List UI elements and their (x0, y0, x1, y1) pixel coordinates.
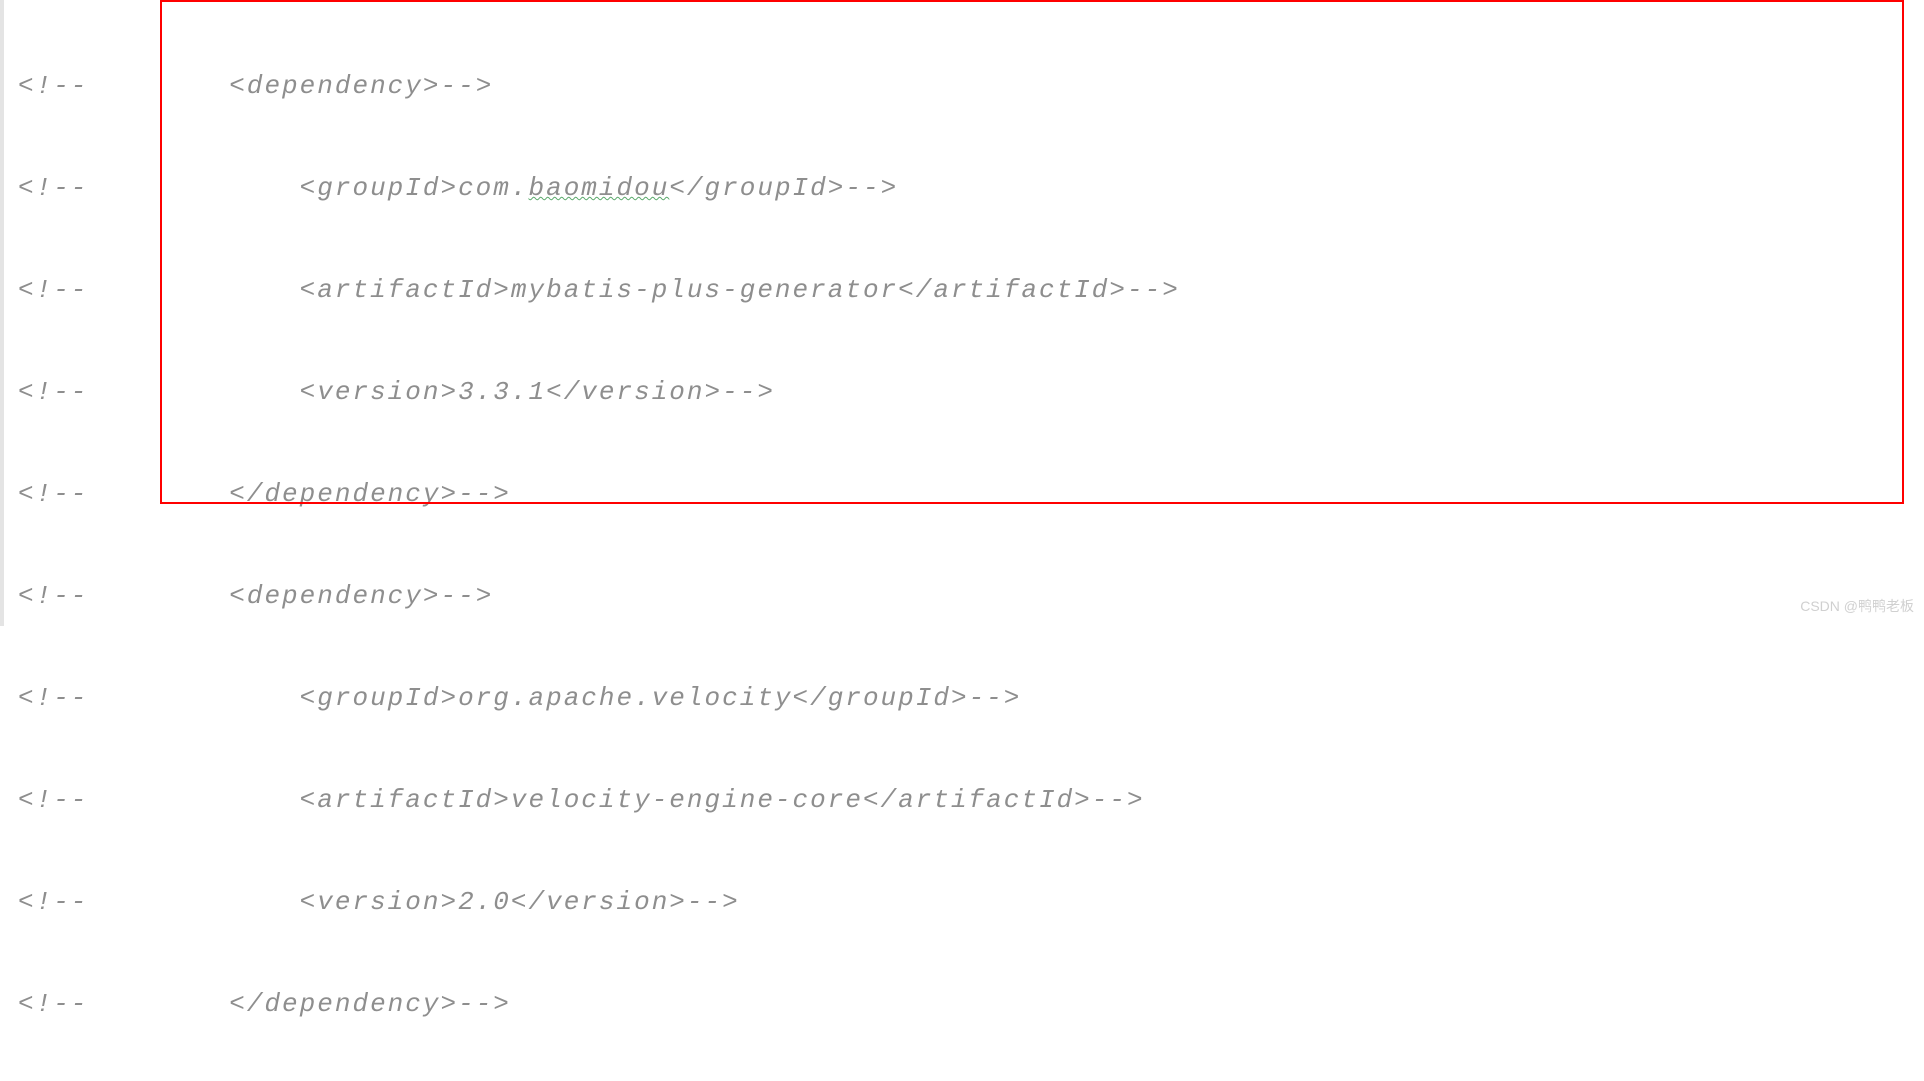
code-line: <!-- <artifactId>mybatis-plus-generator<… (18, 265, 1924, 316)
code-line: <!-- <groupId>org.apache.velocity</group… (18, 673, 1924, 724)
editor-gutter (0, 0, 4, 626)
code-line: <!-- <dependency>--> (18, 571, 1924, 622)
code-line: <!-- <version>3.3.1</version>--> (18, 367, 1924, 418)
code-line: <!-- <version>2.0</version>--> (18, 877, 1924, 928)
watermark: CSDN @鸭鸭老板 (1800, 596, 1914, 616)
code-line: <!-- <dependency>--> (18, 61, 1924, 112)
code-line: <!-- <groupId>com.baomidou</groupId>--> (18, 163, 1924, 214)
code-editor: <!-- <dependency>--> <!-- <groupId>com.b… (0, 0, 1924, 1081)
code-line: <!-- </dependency>--> (18, 979, 1924, 1030)
code-line: <!-- <artifactId>velocity-engine-core</a… (18, 775, 1924, 826)
code-line: <!-- </dependency>--> (18, 469, 1924, 520)
